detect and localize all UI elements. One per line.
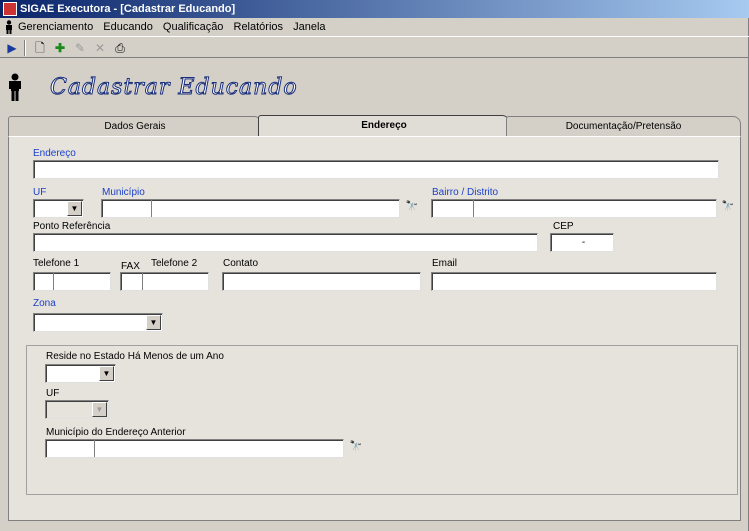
email-label: Email	[432, 258, 458, 269]
person-icon[interactable]	[3, 20, 15, 34]
chevron-down-icon: ▼	[92, 402, 107, 417]
uf-label: UF	[33, 187, 47, 198]
bairro-search-binoculars-icon[interactable]: 🔭	[719, 199, 737, 215]
telefone2-input[interactable]	[120, 272, 209, 291]
field-divider	[473, 200, 474, 217]
menu-bar: Gerenciamento Educando Qualificação Rela…	[0, 18, 749, 36]
municipio-label: Município	[102, 187, 145, 198]
municipio-anterior-input[interactable]	[45, 439, 344, 458]
municipio-anterior-search-binoculars-icon[interactable]: 🔭	[347, 439, 365, 455]
cep-label: CEP	[553, 221, 574, 232]
referencia-label: Ponto Referência	[33, 221, 111, 232]
fax-label: FAX	[121, 261, 140, 272]
municipio-search-binoculars-icon[interactable]: 🔭	[403, 199, 421, 215]
bairro-input[interactable]	[431, 199, 717, 218]
chevron-down-icon[interactable]: ▼	[146, 315, 161, 330]
page-header: Cadastrar Educando	[0, 59, 749, 113]
uf-select[interactable]: ▼	[33, 199, 84, 218]
referencia-input[interactable]	[33, 233, 538, 252]
uf-anterior-select: ▼	[45, 400, 109, 419]
zona-select[interactable]: ▼	[33, 313, 163, 332]
tab-dados-gerais[interactable]: Dados Gerais	[8, 116, 262, 136]
field-divider	[94, 440, 95, 457]
telefone1-label: Telefone 1	[33, 258, 80, 269]
toolbar-separator	[24, 40, 26, 56]
delete-icon: ✕	[94, 41, 106, 55]
endereco-label: Endereço	[33, 148, 76, 159]
tab-bar: Dados Gerais Endereço Documentação/Prete…	[8, 115, 741, 137]
print-icon[interactable]: ⎙	[112, 40, 128, 56]
reside-label: Reside no Estado Há Menos de um Ano	[46, 351, 224, 362]
field-divider	[53, 273, 54, 290]
new-document-icon[interactable]: 🗋	[32, 40, 48, 56]
menu-gerenciamento[interactable]: Gerenciamento	[18, 21, 93, 33]
title-bar: SIGAE Executora - [Cadastrar Educando]	[0, 0, 749, 18]
app-icon	[3, 2, 17, 16]
endereco-input[interactable]	[33, 160, 719, 179]
menu-janela[interactable]: Janela	[293, 21, 325, 33]
email-input[interactable]	[431, 272, 717, 291]
bairro-label: Bairro / Distrito	[432, 187, 499, 198]
tab-endereco[interactable]: Endereço	[258, 115, 510, 137]
educando-person-icon	[9, 73, 21, 101]
app-window: SIGAE Executora - [Cadastrar Educando] G…	[0, 0, 749, 531]
add-icon[interactable]: ✚	[52, 40, 68, 56]
menu-qualificacao[interactable]: Qualificação	[163, 21, 224, 33]
field-divider	[151, 200, 152, 217]
reside-select[interactable]: ▼	[45, 364, 116, 383]
contato-input[interactable]	[222, 272, 421, 291]
uf-anterior-label: UF	[46, 388, 60, 399]
cep-input[interactable]: -	[550, 233, 614, 252]
chevron-down-icon[interactable]: ▼	[67, 201, 82, 216]
menu-relatorios[interactable]: Relatórios	[234, 21, 284, 33]
telefone2-label: Telefone 2	[151, 258, 198, 269]
chevron-down-icon[interactable]: ▼	[99, 366, 114, 381]
zona-label: Zona	[33, 298, 56, 309]
municipio-anterior-label: Município do Endereço Anterior	[46, 427, 186, 438]
page-title: Cadastrar Educando	[50, 75, 298, 101]
toolbar: ▶ 🗋 ✚ ✎ ✕ ⎙	[0, 36, 749, 58]
endereco-anterior-group	[26, 345, 738, 495]
telefone1-input[interactable]	[33, 272, 111, 291]
contato-label: Contato	[223, 258, 259, 269]
menu-educando[interactable]: Educando	[103, 21, 153, 33]
municipio-input[interactable]	[101, 199, 400, 218]
edit-icon: ✎	[74, 41, 86, 55]
tab-documentacao-pretensao[interactable]: Documentação/Pretensão	[506, 116, 741, 136]
window-title: SIGAE Executora - [Cadastrar Educando]	[20, 3, 236, 15]
exit-icon[interactable]: ▶	[4, 40, 20, 56]
field-divider	[142, 273, 143, 290]
